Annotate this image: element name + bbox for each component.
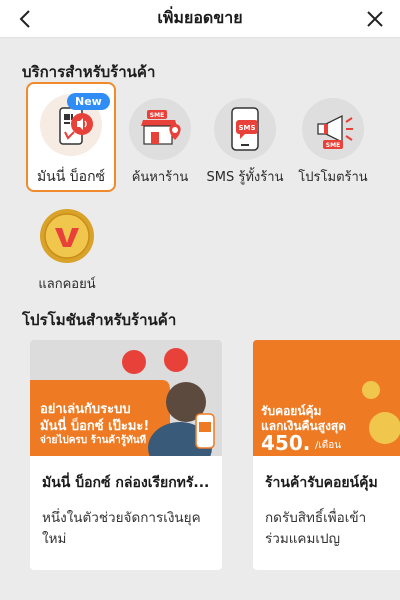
promo-banner-image: อย่าเล่นกับระบบ มันนี่ บ็อกซ์ เป๊ะมะ! จ่… <box>30 340 222 456</box>
page-title: เพิ่มยอดขาย <box>157 8 243 27</box>
service-label: แลกคอยน์ <box>38 277 96 292</box>
promo-section-title: โปรโมชันสำหรับร้านค้า <box>22 311 177 329</box>
promo-card-money-box[interactable]: อย่าเล่นกับระบบ มันนี่ บ็อกซ์ เป๊ะมะ! จ่… <box>30 340 222 570</box>
megaphone-icon: SME <box>302 98 364 160</box>
store-locator-icon: SME <box>129 98 191 160</box>
service-label: ค้นหาร้าน <box>131 170 189 185</box>
service-label: มันนี่ บ็อกซ์ <box>36 169 106 185</box>
svg-text:SMS: SMS <box>238 124 255 132</box>
banner-unit: /เดือน <box>315 440 342 451</box>
service-label: โปรโมตร้าน <box>298 170 368 185</box>
promo-card-description: หนึ่งในตัวช่วยจัดการเงินยุคใหม่ <box>42 510 201 547</box>
service-label: SMS รู้ทั้งร้าน <box>206 170 284 185</box>
service-money-box[interactable]: New มันนี่ บ็อกซ์ <box>26 82 116 192</box>
promo-card-title: ร้านค้ารับคอยน์คุ้ม <box>265 475 378 491</box>
coin-icon <box>36 205 98 267</box>
svg-text:SME: SME <box>150 112 164 119</box>
promo-banner-image: รับคอยน์คุ้ม แลกเงินคืนสูงสุด 450. /เดือ… <box>253 340 400 456</box>
new-badge: New <box>67 93 110 110</box>
promo-card-description: กดรับสิทธิ์เพื่อเข้าร่วมแคมเปญ <box>265 510 367 547</box>
service-sms[interactable]: SMS SMS รู้ทั้งร้าน <box>201 98 289 187</box>
close-icon[interactable] <box>362 6 388 32</box>
sms-phone-icon: SMS <box>214 98 276 160</box>
promo-card-title: มันนี่ บ็อกซ์ กล่องเรียกทรั... <box>42 475 210 491</box>
service-redeem-coin[interactable]: แลกคอยน์ <box>24 205 110 294</box>
service-store-locator[interactable]: SME ค้นหาร้าน <box>117 98 203 187</box>
back-arrow-icon[interactable] <box>14 7 38 31</box>
top-bar: เพิ่มยอดขาย <box>0 0 400 38</box>
service-promote-store[interactable]: SME โปรโมตร้าน <box>290 98 376 187</box>
promo-card-coin[interactable]: รับคอยน์คุ้ม แลกเงินคืนสูงสุด 450. /เดือ… <box>253 340 400 570</box>
banner-caption: จ่ายไปครบ ร้านค้ารู้ทันที <box>40 435 147 446</box>
services-section-title: บริการสำหรับร้านค้า <box>22 63 156 81</box>
svg-text:SME: SME <box>326 142 340 149</box>
banner-amount: 450. <box>261 431 311 455</box>
